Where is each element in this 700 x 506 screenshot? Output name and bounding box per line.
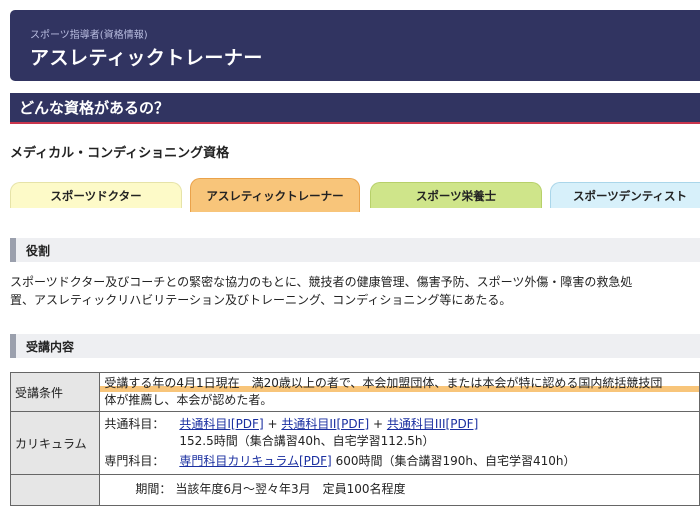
- common-subject-1-link[interactable]: 共通科目I[PDF]: [179, 417, 263, 431]
- period-value: 期間： 当該年度6月～翌々年3月 定員100名程度: [99, 474, 700, 506]
- role-description: スポーツドクター及びコーチとの緊密な協力のもとに、競技者の健康管理、傷害予防、ス…: [10, 273, 700, 309]
- common-subject-2-link[interactable]: 共通科目II[PDF]: [281, 417, 369, 431]
- plus-sign: +: [267, 417, 278, 431]
- common-hours: 152.5時間（集合講習40h、自宅学習112.5h）: [179, 434, 435, 448]
- header-title: アスレティックトレーナー: [30, 47, 263, 69]
- qualification-tabs: スポーツドクター アスレティックトレーナー スポーツ栄養士 スポーツデンティスト: [0, 178, 700, 392]
- special-curriculum-link[interactable]: 専門科目カリキュラム[PDF]: [179, 454, 331, 468]
- page-header: スポーツ指導者(資格情報) アスレティックトレーナー: [10, 10, 700, 81]
- tab-athletic-trainer[interactable]: アスレティックトレーナー: [190, 178, 360, 212]
- special-hours: 600時間（集合講習190h、自宅学習410h）: [335, 454, 576, 468]
- category-heading: メディカル・コンディショニング資格: [10, 146, 230, 161]
- section-course: 受講内容: [10, 334, 700, 358]
- curriculum-label: カリキュラム: [9, 411, 101, 475]
- role-line-1: スポーツドクター及びコーチとの緊密な協力のもとに、競技者の健康管理、傷害予防、ス…: [10, 275, 633, 289]
- conditions-line-2: 体が推薦し、本会が認めた者。: [104, 393, 273, 407]
- role-line-2: 置、アスレティックリハビリテーション及びトレーニング、コンディショニング等にあた…: [10, 293, 512, 307]
- special-label: 専門科目：: [104, 454, 165, 468]
- table-row: 期間： 当該年度6月～翌々年3月 定員100名程度: [9, 474, 700, 506]
- conditions-value: 受講する年の4月1日現在 満20歳以上の者で、本会加盟団体、または本会が特に認め…: [99, 372, 700, 412]
- tab-sports-dentist[interactable]: スポーツデンティスト: [550, 182, 700, 208]
- tab-sports-nutritionist[interactable]: スポーツ栄養士: [370, 182, 542, 208]
- empty-label: [9, 474, 101, 506]
- period-label: 期間：: [135, 482, 172, 496]
- common-subject-3-link[interactable]: 共通科目III[PDF]: [387, 417, 478, 431]
- table-row: カリキュラム 共通科目： 共通科目I[PDF] + 共通科目II[PDF] + 共…: [9, 411, 700, 475]
- question-bar: どんな資格があるの？: [10, 93, 700, 124]
- question-heading: どんな資格があるの？: [19, 99, 170, 117]
- special-row: 専門科目： 専門科目カリキュラム[PDF] 600時間（集合講習190h、自宅学習…: [104, 453, 695, 470]
- conditions-line-1: 受講する年の4月1日現在 満20歳以上の者で、本会加盟団体、または本会が特に認め…: [104, 376, 663, 390]
- section-role-title: 役割: [26, 244, 51, 258]
- curriculum-value: 共通科目： 共通科目I[PDF] + 共通科目II[PDF] + 共通科目III[…: [99, 411, 700, 475]
- common-label: 共通科目：: [104, 417, 165, 431]
- section-role: 役割: [10, 238, 700, 262]
- common-hours-row: 152.5時間（集合講習40h、自宅学習112.5h）: [104, 433, 695, 450]
- course-table: 受講条件 受講する年の4月1日現在 満20歳以上の者で、本会加盟団体、または本会…: [9, 372, 700, 506]
- section-course-title: 受講内容: [26, 340, 75, 354]
- plus-sign: +: [373, 417, 384, 431]
- period-row: 期間： 当該年度6月～翌々年3月 定員100名程度: [104, 481, 695, 498]
- common-row: 共通科目： 共通科目I[PDF] + 共通科目II[PDF] + 共通科目III[…: [104, 416, 695, 433]
- header-subtitle: スポーツ指導者(資格情報): [30, 30, 148, 41]
- tab-sports-doctor[interactable]: スポーツドクター: [10, 182, 182, 208]
- table-row: 受講条件 受講する年の4月1日現在 満20歳以上の者で、本会加盟団体、または本会…: [9, 372, 700, 412]
- conditions-label: 受講条件: [9, 372, 101, 412]
- period-text: 当該年度6月～翌々年3月 定員100名程度: [175, 482, 406, 496]
